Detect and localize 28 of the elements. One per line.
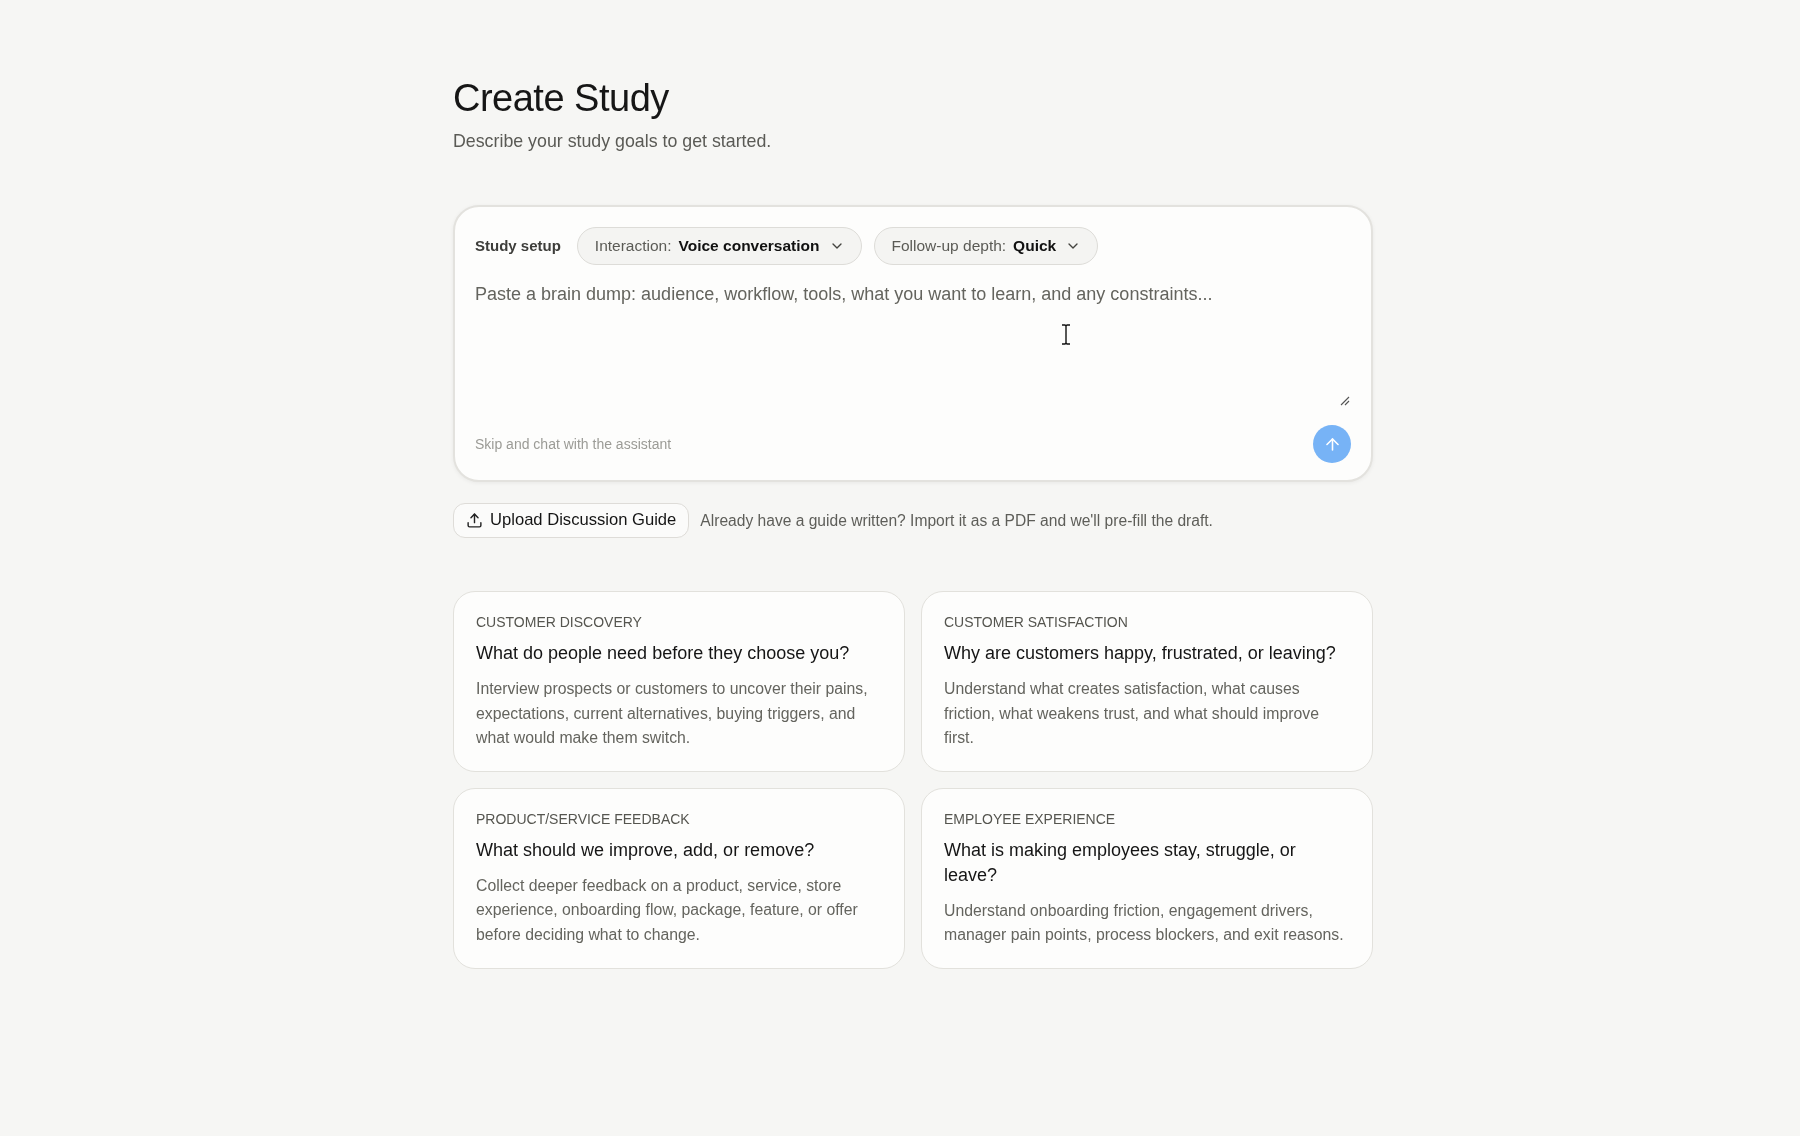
question-title: What is making employees stay, struggle, or leave? (944, 838, 1297, 887)
text-cursor-icon (1061, 324, 1071, 345)
template-card[interactable] (453, 591, 905, 772)
description-text: Interview prospects or customers to uncover their pains, expectations, current alternatives, buying triggers, and what would make them switch. (476, 679, 869, 748)
template-card[interactable] (453, 787, 905, 969)
upload-hint: Already have a guide written? Import it as a PDF and we'll pre-fill the draft. (700, 510, 1213, 531)
question-title: What do people need before they choose you? (476, 642, 851, 665)
description-text: Collect deeper feedback on a product, service, store experience, onboarding flow, package, feature, or offer before deciding what to change. (476, 875, 859, 945)
description-text: Understand onboarding friction, engagement drivers, manager pain points, process blockers, and exit reasons. (944, 900, 1345, 945)
category-label: CUSTOMER DISCOVERY (476, 613, 642, 632)
prompt-composer[interactable]: Study setup Interaction: Voice conversation Follow-up depth: Quick Paste a brain dump: audience, workflow, tools, what you want to learn, and any constraints... Skip and chat with the assistant (453, 205, 1373, 482)
category-label: CUSTOMER SATISFACTION (944, 613, 1128, 632)
template-card[interactable]: EMPLOYEE EXPERIENCE What is making employees stay, struggle, or leave? Understand onboarding friction, engagement drivers, manager pain points, process blockers, and exit reasons. (921, 787, 1373, 969)
page-title: Create Study (453, 76, 669, 121)
resize-grip-icon (1340, 396, 1350, 406)
upload-icon (466, 512, 483, 529)
description-text: Understand what creates satisfaction, what causes friction, what weakens trust, and what should improve first. (944, 679, 1320, 748)
category-label: EMPLOYEE EXPERIENCE (944, 809, 1116, 829)
template-card[interactable]: CUSTOMER SATISFACTION Why are customers happy, frustrated, or leaving? Understand what creates satisfaction, what causes friction, what weakens trust, and what should improve first. (921, 591, 1373, 772)
question-title: What should we improve, add, or remove? (476, 838, 816, 862)
selector-dropdown[interactable]: Interaction: Voice conversation (576, 227, 862, 265)
category-label: PRODUCT/SERVICE FEEDBACK (476, 809, 690, 829)
upload-button[interactable]: Upload Discussion Guide (453, 503, 690, 538)
brain-dump-field[interactable]: Paste a brain dump: audience, workflow, tools, what you want to learn, and any constraints... (475, 280, 1351, 408)
setup-label: Study setup (475, 235, 561, 256)
selector-dropdown[interactable]: Follow-up depth: Quick (873, 227, 1099, 265)
page-subtitle: Describe your study goals to get started. (453, 130, 772, 153)
question-title: Why are customers happy, frustrated, or leaving? (944, 642, 1337, 665)
